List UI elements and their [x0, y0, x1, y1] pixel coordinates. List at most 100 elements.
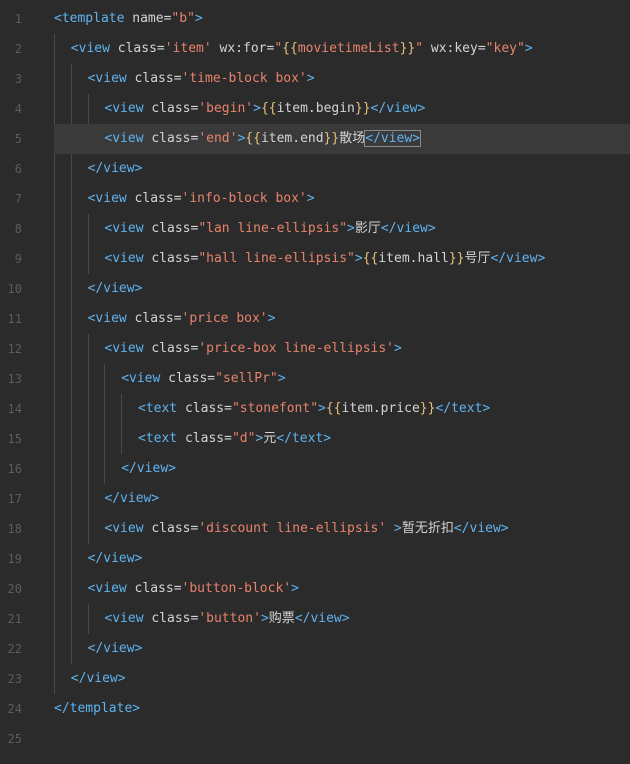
- code-text[interactable]: <view class='discount line-ellipsis' >暂无…: [104, 514, 508, 544]
- code-text[interactable]: <template name="b">: [54, 4, 203, 34]
- code-line[interactable]: 25: [0, 724, 630, 754]
- code-token-txt: 影厅: [354, 221, 381, 236]
- code-text[interactable]: <view class="hall line-ellipsis">{{item.…: [104, 244, 545, 274]
- code-line[interactable]: 22 </view>: [0, 634, 630, 664]
- code-line[interactable]: 2 <view class='item' wx:for="{{movietimeL…: [0, 34, 630, 64]
- line-number: 25: [7, 732, 22, 746]
- code-line[interactable]: 4 <view class='begin'>{{item.begin}}</vie…: [0, 94, 630, 124]
- code-token-str: ": [415, 41, 424, 56]
- code-token-tag: <view: [121, 371, 161, 386]
- code-line[interactable]: 19 </view>: [0, 544, 630, 574]
- code-token-str: 'item': [164, 41, 212, 56]
- line-number: 5: [14, 132, 22, 146]
- code-line[interactable]: 3 <view class='time-block box'>: [0, 64, 630, 94]
- code-token-attr: class=: [143, 521, 199, 536]
- code-token-ident: item.price: [341, 401, 420, 416]
- code-token-attr: class=: [177, 401, 232, 416]
- code-token-attr: class=: [126, 191, 182, 206]
- code-token-brace: {{: [245, 131, 261, 146]
- code-token-brace: }}: [399, 41, 416, 56]
- code-token-attr: class=: [143, 341, 199, 356]
- code-line[interactable]: 11 <view class='price box'>: [0, 304, 630, 334]
- code-line[interactable]: 6 </view>: [0, 154, 630, 184]
- code-text[interactable]: </view>: [88, 274, 143, 304]
- code-text[interactable]: <view class="lan line-ellipsis">影厅</view…: [104, 214, 435, 244]
- code-token-tag: <view: [104, 101, 144, 116]
- code-line[interactable]: 7 <view class='info-block box'>: [0, 184, 630, 214]
- code-text[interactable]: </view>: [104, 484, 159, 514]
- code-token-tag: </text>: [276, 431, 332, 446]
- code-token-str: 'discount line-ellipsis': [198, 521, 387, 536]
- code-line[interactable]: 5 <view class='end'>{{item.end}}散场</view>: [0, 124, 630, 154]
- code-token-brace: }}: [448, 251, 465, 266]
- code-token-tag: <view: [70, 41, 110, 56]
- code-token-tag: >: [253, 101, 261, 116]
- code-token-tag: >: [524, 41, 533, 56]
- code-line[interactable]: 15 <text class="d">元</text>: [0, 424, 630, 454]
- code-token-str: ": [274, 41, 283, 56]
- code-text[interactable]: <view class='button'>购票</view>: [104, 604, 349, 634]
- code-line[interactable]: 17 </view>: [0, 484, 630, 514]
- code-line[interactable]: 8 <view class="lan line-ellipsis">影厅</vie…: [0, 214, 630, 244]
- code-text[interactable]: <view class='price box'>: [88, 304, 276, 334]
- code-token-attr: class=: [177, 431, 232, 446]
- code-text[interactable]: <view class='price-box line-ellipsis'>: [104, 334, 401, 364]
- code-token-tag: >: [267, 311, 276, 326]
- code-line[interactable]: 9 <view class="hall line-ellipsis">{{item…: [0, 244, 630, 274]
- line-number: 12: [7, 342, 22, 356]
- code-token-tag: </view>: [364, 130, 422, 147]
- code-token-tag: </template>: [54, 701, 141, 716]
- code-text[interactable]: <view class='button-block'>: [88, 574, 299, 604]
- code-token-tag: >: [354, 251, 363, 266]
- code-token-attr: wx:key=: [423, 41, 486, 56]
- code-line[interactable]: 18 <view class='discount line-ellipsis' >…: [0, 514, 630, 544]
- code-line[interactable]: 13 <view class="sellPr">: [0, 364, 630, 394]
- code-text[interactable]: <text class="stonefont">{{item.price}}</…: [138, 394, 490, 424]
- code-line[interactable]: 10 </view>: [0, 274, 630, 304]
- code-line[interactable]: 24 </template>: [0, 694, 630, 724]
- code-line[interactable]: 12 <view class='price-box line-ellipsis'>: [0, 334, 630, 364]
- code-text[interactable]: <view class="sellPr">: [121, 364, 285, 394]
- code-token-tag: <view: [87, 311, 127, 326]
- code-text[interactable]: </template>: [54, 694, 140, 724]
- code-token-str: "key": [485, 41, 525, 56]
- code-line[interactable]: 20 <view class='button-block'>: [0, 574, 630, 604]
- code-line[interactable]: 23 </view>: [0, 664, 630, 694]
- code-token-str: 'button': [198, 611, 261, 626]
- code-token-attr: wx:for=: [211, 41, 275, 56]
- code-token-str: "sellPr": [215, 371, 278, 386]
- code-text[interactable]: </view>: [88, 634, 143, 664]
- line-number: 10: [7, 282, 22, 296]
- code-token-attr: class=: [109, 41, 165, 56]
- code-editor[interactable]: 1 <template name="b"> 2 <view class='item' …: [0, 0, 630, 764]
- code-token-str: 'price box': [181, 311, 268, 326]
- code-token-str: "hall line-ellipsis": [198, 251, 355, 266]
- code-line[interactable]: 21 <view class='button'>购票</view>: [0, 604, 630, 634]
- code-line[interactable]: 16 </view>: [0, 454, 630, 484]
- code-text[interactable]: </view>: [88, 544, 143, 574]
- code-text[interactable]: <view class='end'>{{item.end}}散场</view>: [104, 124, 422, 154]
- code-text[interactable]: </view>: [88, 154, 143, 184]
- code-token-tag: >: [394, 341, 402, 356]
- code-token-attr: name=: [124, 11, 172, 26]
- code-token-brace: {{: [362, 251, 379, 266]
- line-number: 18: [7, 522, 22, 536]
- code-token-tag: >: [291, 581, 299, 596]
- code-text[interactable]: <view class='item' wx:for="{{movietimeLi…: [71, 34, 533, 64]
- code-token-attr: class=: [143, 251, 199, 266]
- code-line[interactable]: 1 <template name="b">: [0, 4, 630, 34]
- code-text[interactable]: <view class='begin'>{{item.begin}}</view…: [104, 94, 425, 124]
- code-token-attr: class=: [143, 221, 199, 236]
- code-token-attr: class=: [143, 131, 199, 146]
- code-token-tag: <text: [138, 431, 178, 446]
- code-token-tag: </view>: [87, 551, 143, 566]
- code-text[interactable]: </view>: [121, 454, 176, 484]
- code-text[interactable]: <view class='info-block box'>: [88, 184, 315, 214]
- code-text[interactable]: <text class="d">元</text>: [138, 424, 331, 454]
- code-token-tag: </view>: [87, 641, 143, 656]
- code-text[interactable]: </view>: [71, 664, 126, 694]
- code-token-str: "lan line-ellipsis": [198, 221, 348, 236]
- code-text[interactable]: <view class='time-block box'>: [88, 64, 315, 94]
- code-line[interactable]: 14 <text class="stonefont">{{item.price}}…: [0, 394, 630, 424]
- code-token-ident: item.hall: [378, 251, 449, 266]
